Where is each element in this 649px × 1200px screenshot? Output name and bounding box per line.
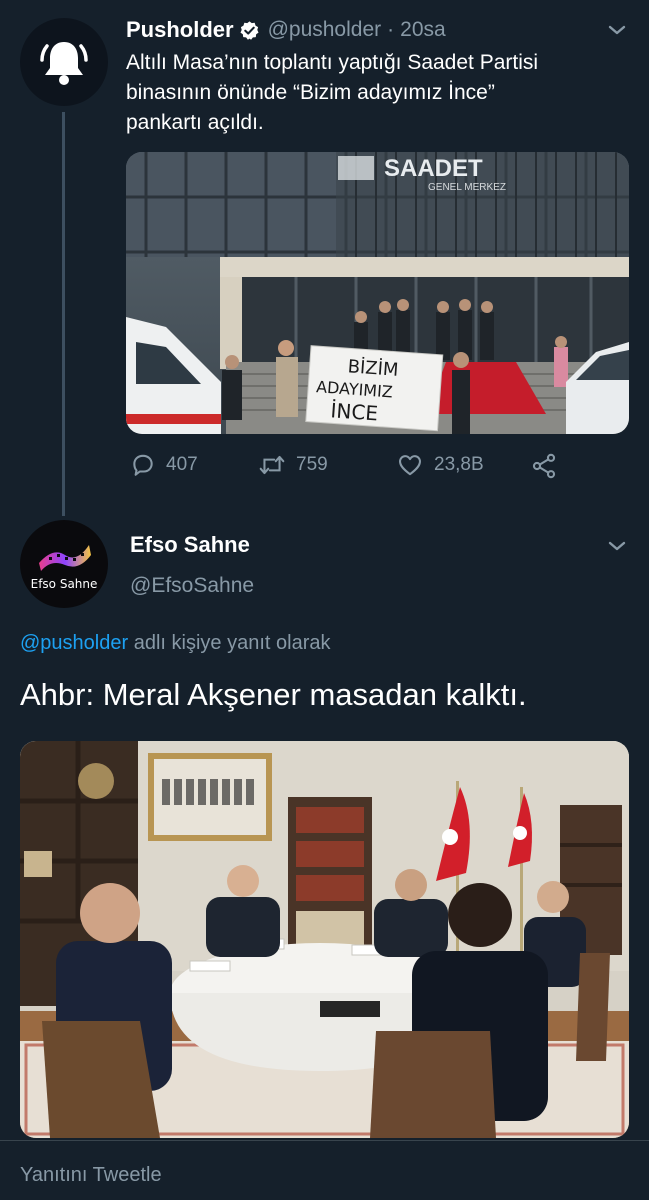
share-icon <box>532 453 556 479</box>
bell-icon <box>40 42 88 85</box>
retweet-count: 759 <box>296 454 328 475</box>
reply-to-label: adlı kişiye yanıt olarak <box>128 632 331 654</box>
retweet-icon <box>259 455 285 475</box>
verified-badge-icon <box>240 20 259 40</box>
tweet1-text-line: binasının önünde “Bizim adayımız İnce” <box>126 81 495 104</box>
building-sign: SAADET <box>384 155 483 182</box>
building-subsign: GENEL MERKEZ <box>428 182 506 193</box>
reply-button[interactable]: 407 <box>130 452 198 478</box>
banner-line: İNCE <box>330 398 379 425</box>
building-banner-photo: SAADET GENEL MERKEZ BİZİM ADAYIMIZ İNCE <box>126 152 629 434</box>
reply-icon <box>133 454 153 476</box>
tweet1-photo[interactable]: SAADET GENEL MERKEZ BİZİM ADAYIMIZ İNCE <box>126 152 629 434</box>
tweet1-actions: 407 759 23,8B <box>126 452 629 486</box>
tweet2-author-name[interactable]: Efso Sahne <box>130 532 250 558</box>
heart-icon <box>399 455 421 476</box>
reply-mention-link[interactable]: @pusholder <box>20 632 128 654</box>
tweet1-text: Altılı Masa’nın toplantı yaptığı Saadet … <box>126 48 626 138</box>
chevron-down-icon[interactable] <box>605 18 629 42</box>
tweet1-author-name[interactable]: Pusholder <box>126 17 234 43</box>
pusholder-avatar[interactable] <box>20 18 108 106</box>
chevron-down-icon[interactable] <box>605 534 629 558</box>
tweet1-author-handle[interactable]: @pusholder <box>268 18 382 42</box>
reply-divider <box>0 1140 649 1141</box>
like-count: 23,8B <box>434 454 484 475</box>
tweet2-author-handle[interactable]: @EfsoSahne <box>130 574 254 598</box>
banner-line: BİZİM <box>347 356 399 380</box>
tweet1-header: Pusholder @pusholder · 20sa <box>126 14 446 46</box>
reply-count: 407 <box>166 454 198 475</box>
share-button[interactable] <box>530 452 568 480</box>
tweet1-text-line: Altılı Masa’nın toplantı yaptığı Saadet … <box>126 51 539 74</box>
replying-to: @pusholder adlı kişiye yanıt olarak <box>20 632 330 655</box>
tweet2-photo[interactable] <box>20 741 629 1138</box>
avatar-logo-text: Efso Sahne <box>30 577 98 591</box>
like-button[interactable]: 23,8B <box>396 452 484 478</box>
thread-line <box>62 112 65 516</box>
tweet1-text-line: pankartı açıldı. <box>126 111 264 134</box>
tweet1-timestamp[interactable]: 20sa <box>400 18 446 42</box>
retweet-button[interactable]: 759 <box>258 452 328 478</box>
separator-dot: · <box>387 18 395 41</box>
efso-sahne-avatar[interactable]: Efso Sahne <box>20 520 108 608</box>
reply-compose-input[interactable]: Yanıtını Tweetle <box>20 1164 162 1187</box>
film-strip-logo-icon <box>39 545 91 571</box>
tweet2-text: Ahbr: Meral Akşener masadan kalktı. <box>20 677 527 712</box>
meeting-room-photo <box>20 741 629 1138</box>
